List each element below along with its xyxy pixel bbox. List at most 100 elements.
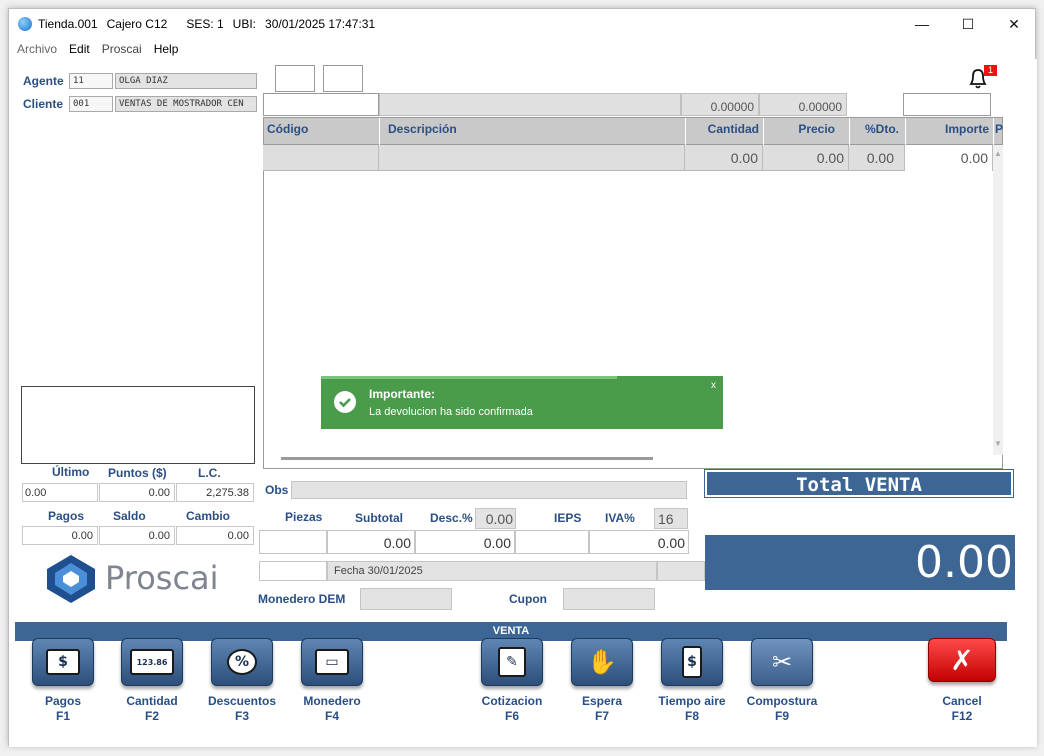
pagos-f1-button[interactable]: $ Pagos F1 — [26, 638, 100, 724]
fkey-key: F7 — [594, 709, 609, 723]
col-descripcion[interactable]: Descripción — [380, 118, 686, 146]
title-datetime: 30/01/2025 17:47:31 — [265, 17, 376, 31]
fkey-key: F12 — [951, 709, 973, 723]
minimize-icon[interactable]: — — [899, 9, 945, 39]
top-box-1[interactable] — [275, 65, 315, 92]
cambio-value: 0.00 — [176, 526, 254, 545]
cell-importe[interactable]: 0.00 — [905, 145, 993, 171]
session-info: SES: 1 — [186, 17, 224, 31]
store-name: Tienda.001 — [38, 17, 98, 31]
menu-proscai[interactable]: Proscai — [100, 42, 144, 56]
maximize-icon[interactable]: ☐ — [945, 9, 991, 39]
pagos-label: Pagos — [48, 509, 85, 523]
scroll-down-icon[interactable]: ▼ — [994, 439, 1002, 448]
agent-label: Agente — [23, 74, 64, 88]
price-entry[interactable]: 0.00000 — [759, 93, 847, 116]
toast-message: La devolucion ha sido confirmada — [369, 406, 533, 418]
subtotal-field: 0.00 — [327, 530, 415, 554]
cashier-name: Cajero C12 — [106, 17, 168, 31]
iva-label: IVA% — [605, 511, 635, 525]
vertical-scrollbar[interactable]: ▲ ▼ — [993, 145, 1003, 455]
code-entry-input[interactable] — [263, 93, 379, 116]
top-box-2[interactable] — [323, 65, 363, 92]
menu-help[interactable]: Help — [152, 42, 181, 56]
cell-codigo[interactable] — [263, 145, 379, 171]
cell-descripcion[interactable] — [379, 145, 685, 171]
total-venta-label: Total VENTA — [704, 469, 1014, 498]
description-entry[interactable] — [379, 93, 681, 116]
compostura-f9-button[interactable]: ✂ Compostura F9 — [745, 638, 819, 724]
iva-percent-field[interactable]: 16 — [654, 508, 688, 529]
espera-f7-button[interactable]: ✋ Espera F7 — [565, 638, 639, 724]
fkey-key: F3 — [234, 709, 249, 723]
grid-header: Código Descripción Cantidad Precio %Dto.… — [263, 117, 1004, 146]
saldo-label: Saldo — [113, 509, 146, 523]
client-name-field[interactable]: VENTAS DE MOSTRADOR CEN — [115, 96, 257, 112]
col-precio[interactable]: Precio — [764, 118, 850, 146]
client-code-field[interactable]: 001 — [69, 96, 113, 112]
fkey-label: Monedero — [303, 694, 361, 708]
menu-archivo[interactable]: Archivo — [15, 42, 59, 56]
date-prefix-field[interactable] — [259, 561, 327, 581]
total-amount: 0.00 — [705, 535, 1015, 590]
importe-entry[interactable] — [903, 93, 991, 116]
fkey-key: F9 — [774, 709, 789, 723]
descuentos-f3-button[interactable]: % Descuentos F3 — [205, 638, 279, 724]
notification-toast: Importante: La devolucion ha sido confir… — [321, 376, 723, 429]
date-suffix-field — [657, 561, 705, 581]
agent-name-field[interactable]: OLGA DIAZ — [115, 73, 257, 89]
saldo-value: 0.00 — [99, 526, 175, 545]
ubi-label: UBI: — [232, 17, 257, 31]
desc-percent-field[interactable]: 0.00 — [475, 508, 516, 529]
table-row[interactable]: 0.00 0.00 0.00 0.00 — [263, 145, 993, 171]
desc-label: Desc.% — [430, 511, 473, 525]
ieps-label: IEPS — [554, 511, 582, 525]
piezas-label: Piezas — [285, 510, 323, 524]
proscai-logo: Proscai — [43, 553, 233, 605]
fkey-key: F1 — [55, 709, 70, 723]
fkey-label: Cancel — [942, 694, 982, 708]
qty-entry[interactable]: 0.00000 — [681, 93, 759, 116]
monedero-dem-label: Monedero DEM — [258, 592, 346, 606]
monedero-f4-button[interactable]: ▭ Monedero F4 — [295, 638, 369, 724]
fecha-field: Fecha 30/01/2025 — [327, 561, 657, 581]
col-p[interactable]: P — [994, 118, 1004, 146]
cotizacion-f6-button[interactable]: ✎ Cotizacion F6 — [475, 638, 549, 724]
col-codigo[interactable]: Código — [264, 118, 380, 146]
piezas-field — [259, 530, 327, 554]
cell-dto[interactable]: 0.00 — [849, 145, 905, 171]
cupon-field[interactable] — [563, 588, 655, 610]
col-dto[interactable]: %Dto. — [850, 118, 906, 146]
toast-close-icon[interactable]: x — [711, 380, 716, 391]
cell-precio[interactable]: 0.00 — [763, 145, 849, 171]
col-cantidad[interactable]: Cantidad — [686, 118, 764, 146]
iva-amount-field: 0.00 — [589, 530, 689, 554]
close-icon[interactable]: ✕ — [991, 9, 1037, 39]
fkey-label: Cantidad — [126, 694, 178, 708]
tiempo-aire-f8-button[interactable]: $ Tiempo aire F8 — [655, 638, 729, 724]
pos-window: Tienda.001 Cajero C12 SES: 1 UBI: 30/01/… — [8, 8, 1037, 747]
notes-box[interactable] — [21, 386, 255, 464]
horizontal-scrollbar[interactable] — [281, 457, 653, 460]
cancel-f12-button[interactable]: ✗ Cancel F12 — [925, 638, 999, 724]
menu-bar: Archivo Edit Proscai Help — [9, 39, 1035, 59]
col-importe[interactable]: Importe — [906, 118, 994, 146]
client-label: Cliente — [23, 97, 64, 111]
agent-code-field[interactable]: 11 — [69, 73, 113, 89]
subtotal-label: Subtotal — [355, 511, 403, 525]
cell-cantidad[interactable]: 0.00 — [685, 145, 763, 171]
app-globe-icon — [18, 17, 32, 31]
cantidad-f2-button[interactable]: 123.86 Cantidad F2 — [115, 638, 189, 724]
lc-value: 2,275.38 — [176, 483, 254, 502]
proscai-logo-text: Proscai — [105, 559, 219, 597]
percent-icon: % — [227, 649, 257, 675]
obs-label: Obs — [265, 483, 289, 497]
pagos-value: 0.00 — [22, 526, 98, 545]
phone-icon: $ — [682, 646, 702, 678]
bell-icon[interactable]: 1 — [965, 65, 998, 91]
monedero-dem-field[interactable] — [360, 588, 452, 610]
menu-edit[interactable]: Edit — [67, 42, 92, 56]
fkey-key: F4 — [324, 709, 339, 723]
obs-field[interactable] — [291, 481, 687, 499]
scroll-up-icon[interactable]: ▲ — [994, 149, 1002, 158]
